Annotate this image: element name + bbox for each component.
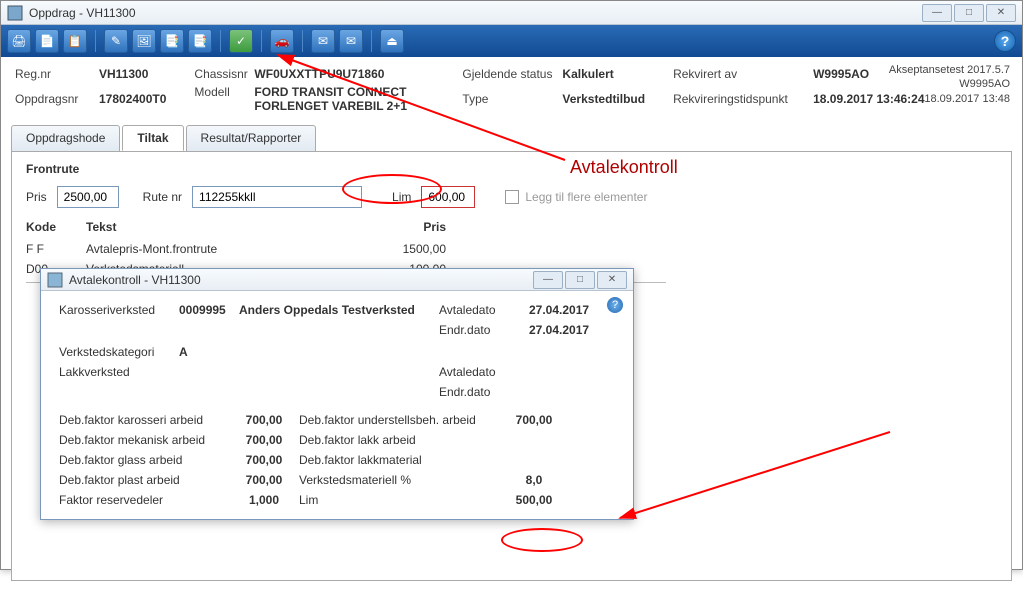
- doc-icon[interactable]: 📑: [160, 29, 184, 53]
- tab-oppdragshode[interactable]: Oppdragshode: [11, 125, 120, 151]
- f2-value: 700,00: [229, 433, 299, 447]
- maximize-button[interactable]: □: [954, 4, 984, 22]
- image-icon[interactable]: 🖼: [132, 29, 156, 53]
- endrdato-value: 27.04.2017: [529, 323, 629, 337]
- modal-close-button[interactable]: ✕: [597, 271, 627, 289]
- mail-icon[interactable]: ✉: [311, 29, 335, 53]
- cell-kode: F F: [26, 242, 86, 256]
- header-info: Reg.nr VH11300 Oppdragsnr 17802400T0 Cha…: [1, 57, 1022, 119]
- lim-label: Lim: [392, 190, 411, 204]
- meta-right: Akseptansetest 2017.5.7 W9995AO 18.09.20…: [889, 63, 1010, 106]
- tabs: Oppdragshode Tiltak Resultat/Rapporter: [1, 125, 1022, 151]
- f5-label: Faktor reservedeler: [59, 493, 229, 507]
- regnr-value: VH11300: [99, 67, 166, 88]
- f1-value: 700,00: [229, 413, 299, 427]
- rekvirert-label: Rekvirert av: [673, 67, 813, 88]
- kategori-label: Verkstedskategori: [59, 345, 179, 359]
- modal-maximize-button[interactable]: □: [565, 271, 595, 289]
- modal-minimize-button[interactable]: —: [533, 271, 563, 289]
- status-value: Kalkulert: [562, 67, 645, 88]
- mail2-icon[interactable]: ✉: [339, 29, 363, 53]
- exit-icon[interactable]: ⏏: [380, 29, 404, 53]
- f2b-label: Deb.faktor lakk arbeid: [299, 433, 499, 447]
- f3b-label: Deb.faktor lakkmaterial: [299, 453, 499, 467]
- f4b-value: 8,0: [499, 473, 569, 487]
- meta-line3: 18.09.2017 13:48: [889, 92, 1010, 106]
- lakk-label: Lakkverksted: [59, 365, 179, 379]
- doc2-icon[interactable]: 📑: [188, 29, 212, 53]
- edit-icon[interactable]: ✎: [104, 29, 128, 53]
- f5b-label: Lim: [299, 493, 499, 507]
- frontrute-title: Frontrute: [26, 162, 997, 176]
- karosseri-label: Karosseriverksted: [59, 303, 179, 317]
- help-icon[interactable]: ?: [994, 30, 1016, 52]
- main-titlebar: Oppdrag - VH11300 — □ ✕: [1, 1, 1022, 25]
- toolbar: 🖨 📄 📋 ✎ 🖼 📑 📑 ✓ 🚗 ✉ ✉ ⏏ ?: [1, 25, 1022, 57]
- endrdato-label: Endr.dato: [439, 323, 529, 337]
- lim-input[interactable]: [421, 186, 475, 208]
- app-icon: [7, 5, 23, 21]
- col-pris: Pris: [346, 220, 446, 234]
- chassisnr-value: WF0UXXTTPU9U71860: [254, 67, 434, 81]
- add-elements-checkbox[interactable]: [505, 190, 519, 204]
- oppdragsnr-value: 17802400T0: [99, 92, 166, 113]
- col-tekst: Tekst: [86, 220, 346, 234]
- cell-tekst: Avtalepris-Mont.frontrute: [86, 242, 346, 256]
- modell-value: FORD TRANSIT CONNECT FORLENGET VAREBIL 2…: [254, 85, 434, 113]
- avtaledato2-label: Avtaledato: [439, 365, 529, 379]
- karosseri-name: Anders Oppedals Testverksted: [239, 303, 439, 317]
- col-kode: Kode: [26, 220, 86, 234]
- f5b-value: 500,00: [499, 493, 569, 507]
- modal-title: Avtalekontroll - VH11300: [69, 273, 533, 287]
- type-label: Type: [462, 92, 562, 113]
- oppdragsnr-label: Oppdragsnr: [15, 92, 99, 113]
- tab-resultat[interactable]: Resultat/Rapporter: [186, 125, 317, 151]
- f3-value: 700,00: [229, 453, 299, 467]
- f1b-value: 700,00: [499, 413, 569, 427]
- f4b-label: Verkstedsmateriell %: [299, 473, 499, 487]
- annotation-label: Avtalekontroll: [570, 157, 678, 178]
- status-label: Gjeldende status: [462, 67, 562, 88]
- new-icon[interactable]: 📄: [35, 29, 59, 53]
- table-head: Kode Tekst Pris: [26, 220, 997, 234]
- window-buttons: — □ ✕: [922, 4, 1016, 22]
- f5-value: 1,000: [229, 493, 299, 507]
- chassisnr-label: Chassisnr: [194, 67, 254, 81]
- close-button[interactable]: ✕: [986, 4, 1016, 22]
- check-icon[interactable]: ✓: [229, 29, 253, 53]
- minimize-button[interactable]: —: [922, 4, 952, 22]
- copy-icon[interactable]: 📋: [63, 29, 87, 53]
- meta-line1: Akseptansetest 2017.5.7: [889, 63, 1010, 77]
- main-title: Oppdrag - VH11300: [29, 6, 922, 20]
- print-icon[interactable]: 🖨: [7, 29, 31, 53]
- type-value: Verkstedtilbud: [562, 92, 645, 113]
- modal-titlebar: Avtalekontroll - VH11300 — □ ✕: [41, 269, 633, 291]
- avtalekontroll-modal: Avtalekontroll - VH11300 — □ ✕ ? Karosse…: [40, 268, 634, 520]
- tab-tiltak[interactable]: Tiltak: [122, 125, 183, 151]
- endrdato2-label: Endr.dato: [439, 385, 529, 399]
- regnr-label: Reg.nr: [15, 67, 99, 88]
- modal-app-icon: [47, 272, 63, 288]
- modell-label: Modell: [194, 85, 254, 113]
- f4-label: Deb.faktor plast arbeid: [59, 473, 229, 487]
- f3-label: Deb.faktor glass arbeid: [59, 453, 229, 467]
- rutenr-input[interactable]: [192, 186, 362, 208]
- avtaledato-label: Avtaledato: [439, 303, 529, 317]
- meta-line2: W9995AO: [889, 77, 1010, 91]
- pris-label: Pris: [26, 190, 47, 204]
- pris-input[interactable]: [57, 186, 119, 208]
- car-icon[interactable]: 🚗: [270, 29, 294, 53]
- add-elements-label: Legg til flere elementer: [525, 190, 647, 204]
- rutenr-label: Rute nr: [143, 190, 182, 204]
- f1b-label: Deb.faktor understellsbeh. arbeid: [299, 413, 499, 427]
- f4-value: 700,00: [229, 473, 299, 487]
- f2-label: Deb.faktor mekanisk arbeid: [59, 433, 229, 447]
- cell-pris: 1500,00: [346, 242, 446, 256]
- table-row: F F Avtalepris-Mont.frontrute 1500,00: [26, 242, 997, 256]
- rekv-time-label: Rekvireringstidspunkt: [673, 92, 813, 113]
- f1-label: Deb.faktor karosseri arbeid: [59, 413, 229, 427]
- modal-help-icon[interactable]: ?: [607, 297, 623, 313]
- kategori-value: A: [179, 345, 239, 359]
- karosseri-code: 0009995: [179, 303, 239, 317]
